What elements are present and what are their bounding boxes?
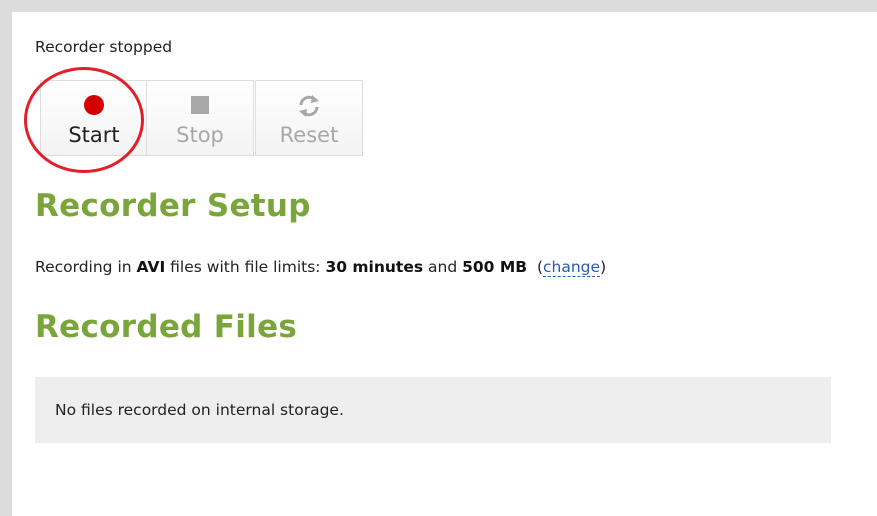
reset-button[interactable]: Reset <box>255 80 363 156</box>
stop-button[interactable]: Stop <box>146 80 254 156</box>
time-limit-value: 30 minutes <box>325 258 424 276</box>
recorded-files-empty-state: No files recorded on internal storage. <box>35 377 831 443</box>
record-dot-icon <box>84 95 104 115</box>
stop-button-label: Stop <box>176 123 224 147</box>
recorded-files-heading: Recorded Files <box>35 309 298 345</box>
start-button[interactable]: Start <box>40 80 148 156</box>
recorder-setup-heading: Recorder Setup <box>35 188 311 224</box>
start-button-label: Start <box>68 123 120 147</box>
reset-arrows-icon <box>299 95 319 117</box>
recording-settings-summary: Recording in AVI files with file limits:… <box>35 258 607 277</box>
size-limit-value: 500 MB <box>462 258 528 276</box>
recorder-status: Recorder stopped <box>35 38 173 56</box>
stop-square-icon <box>191 96 209 114</box>
reset-button-label: Reset <box>279 123 339 147</box>
change-settings-link[interactable]: change <box>543 258 601 277</box>
format-value: AVI <box>136 258 166 276</box>
